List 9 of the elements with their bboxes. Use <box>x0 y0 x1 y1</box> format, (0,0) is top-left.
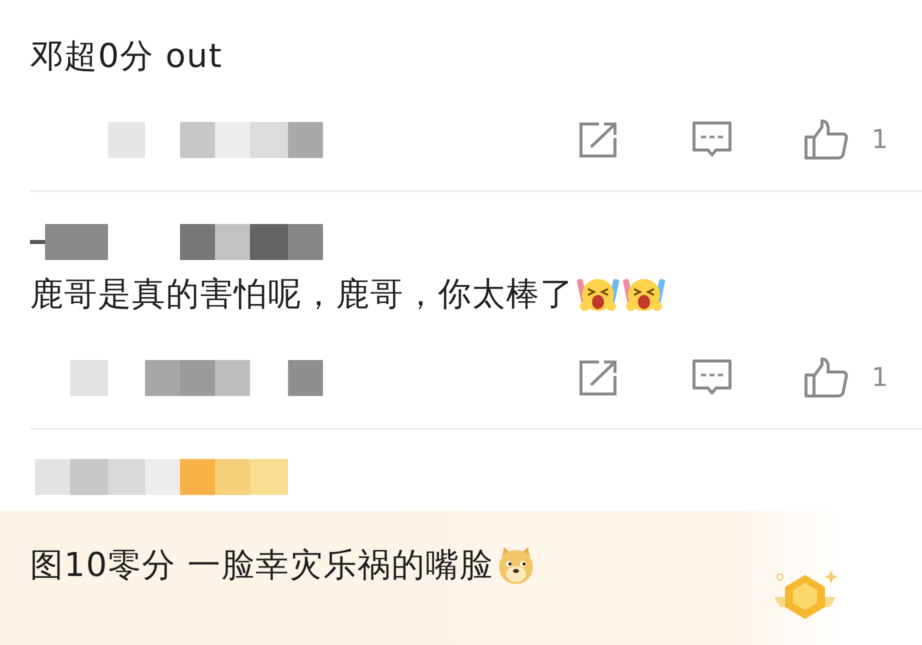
share-icon[interactable] <box>577 120 620 160</box>
like-count: 1 <box>871 125 888 155</box>
share-icon[interactable] <box>577 358 620 398</box>
comment-text: 鹿哥是真的害怕呢，鹿哥，你太棒了 <box>30 273 574 315</box>
comment-text: 图10零分 一脸幸灾乐祸的嘴脸 <box>30 544 494 586</box>
comment-text: 邓超0分 out <box>30 35 223 77</box>
thumbs-up-icon[interactable] <box>803 357 850 399</box>
thumbs-up-icon[interactable] <box>803 119 850 161</box>
like-count: 1 <box>871 363 888 393</box>
